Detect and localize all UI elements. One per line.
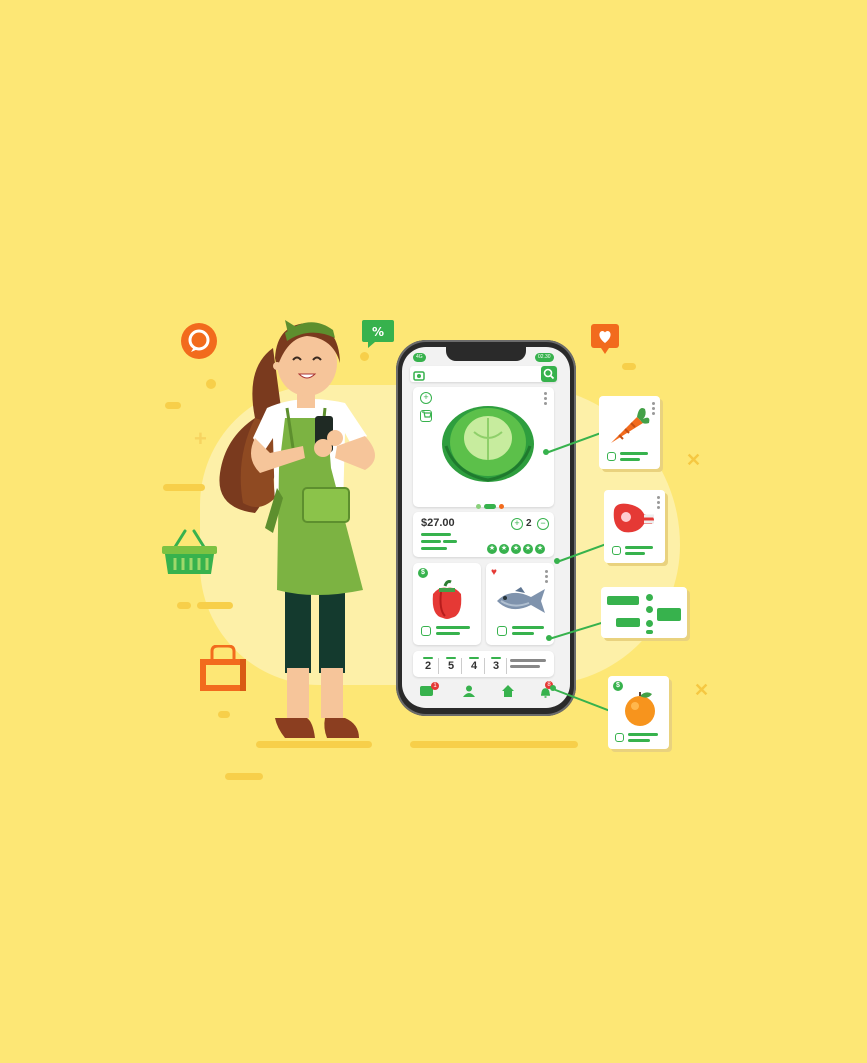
connector-dot — [550, 685, 556, 691]
user-icon[interactable] — [463, 684, 475, 697]
meat-icon — [613, 503, 654, 533]
description-line — [436, 632, 460, 635]
description-line — [421, 547, 447, 550]
heart-bubble-icon — [591, 324, 619, 354]
search-icon[interactable] — [541, 366, 557, 382]
chat-avatar — [646, 630, 653, 634]
stat-divider — [484, 658, 485, 674]
decor-dash — [165, 402, 181, 409]
shopper-woman-illustration — [219, 320, 375, 738]
stat-divider — [461, 658, 462, 674]
status-signal: 4G — [413, 353, 426, 362]
stat-value: 4 — [470, 660, 478, 672]
quantity-value: 2 — [526, 518, 532, 529]
decor-dash — [622, 363, 636, 370]
cart-icon[interactable] — [612, 546, 621, 555]
more-options-icon[interactable] — [657, 496, 660, 511]
chat-badge: 1 — [431, 682, 439, 690]
cart-icon[interactable] — [497, 626, 507, 636]
cart-icon[interactable] — [420, 410, 432, 422]
stat-divider — [438, 658, 439, 674]
stat-accent — [491, 657, 501, 659]
description-line — [421, 540, 441, 543]
search-bar[interactable] — [410, 366, 557, 382]
connector-dot — [543, 449, 549, 455]
fish-icon — [497, 587, 545, 613]
dollar-icon: $ — [418, 568, 428, 578]
bell-pepper-icon — [432, 580, 462, 619]
stat-accent — [423, 657, 433, 659]
description-line — [620, 452, 648, 455]
product-price: $27.00 — [421, 517, 455, 529]
description-line — [620, 458, 640, 461]
more-options-icon[interactable] — [652, 402, 655, 417]
home-icon[interactable] — [502, 684, 514, 697]
decor-dash — [163, 484, 205, 491]
stat-divider — [506, 658, 507, 674]
orange-icon — [625, 692, 655, 726]
description-line — [421, 533, 451, 536]
chat-avatar — [646, 594, 653, 601]
decor-plus: + — [194, 426, 207, 451]
description-line — [443, 540, 457, 543]
decor-cross: ✕ — [694, 680, 710, 700]
description-line — [512, 632, 534, 635]
decor-cross: ✕ — [686, 450, 702, 470]
phone-notch — [446, 347, 526, 361]
cart-icon[interactable] — [615, 733, 624, 742]
description-line — [628, 733, 658, 736]
description-line — [625, 546, 653, 549]
status-time: 02.30 — [535, 353, 554, 362]
chat-message-bubble — [657, 608, 681, 621]
stat-accent — [469, 657, 479, 659]
favorite-heart-icon[interactable]: ♥ — [491, 567, 497, 578]
stat-value: 5 — [447, 660, 455, 672]
description-line — [625, 552, 645, 555]
decor-dash — [225, 773, 263, 780]
stat-value: 3 — [492, 660, 500, 672]
connector-dot — [554, 558, 560, 564]
description-line — [628, 739, 650, 742]
shopping-basket-icon — [161, 527, 218, 577]
chat-message-bubble — [607, 596, 639, 605]
chat-avatar — [646, 620, 653, 627]
rating-stars: ★ ★ ★ ★ ★ — [487, 544, 545, 554]
stat-value: 2 — [424, 660, 432, 672]
search-bubble-icon — [181, 323, 217, 359]
floor-shadow — [410, 741, 578, 748]
description-line — [436, 626, 470, 629]
chat-message-bubble — [616, 618, 640, 627]
more-options-icon[interactable] — [545, 570, 548, 585]
cart-icon[interactable] — [421, 626, 431, 636]
cart-icon[interactable] — [607, 452, 616, 461]
chat-avatar — [646, 606, 653, 613]
more-options-icon[interactable] — [544, 392, 547, 407]
connector-dot — [546, 635, 552, 641]
description-line — [510, 665, 540, 668]
add-icon[interactable]: + — [420, 392, 432, 404]
carrot-icon — [611, 408, 650, 443]
decor-dash — [177, 602, 191, 609]
increase-quantity-button[interactable]: + — [511, 518, 523, 530]
stat-accent — [446, 657, 456, 659]
description-line — [512, 626, 544, 629]
cabbage-icon — [442, 406, 534, 482]
camera-icon[interactable] — [413, 368, 425, 381]
description-line — [510, 659, 546, 662]
decrease-quantity-button[interactable]: − — [537, 518, 549, 530]
